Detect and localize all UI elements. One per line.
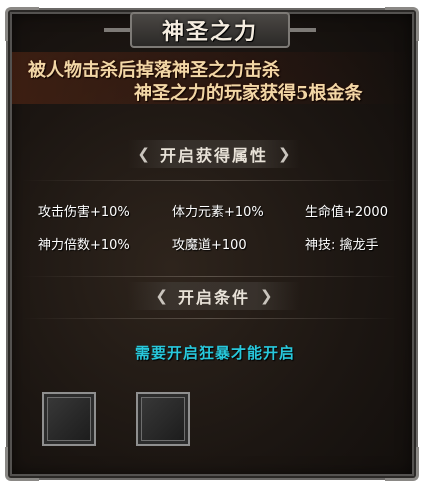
- unlock-condition-text: 需要开启狂暴才能开启: [134, 344, 295, 362]
- attribute-item: 体力元素+10%: [172, 205, 264, 220]
- frame-corner-ornament: [5, 447, 39, 481]
- attribute-item: 攻魔道+100: [172, 238, 247, 253]
- right-arrow-icon: ❯: [260, 287, 273, 305]
- section-divider: [22, 318, 398, 319]
- item-slot-2[interactable]: [136, 392, 190, 446]
- left-arrow-icon: ❮: [155, 287, 168, 305]
- attribute-item: 神力倍数+10%: [38, 238, 130, 253]
- left-arrow-icon: ❮: [137, 145, 150, 163]
- panel-title: 神圣之力: [161, 19, 258, 45]
- attribute-item: 攻击伤害+10%: [38, 205, 130, 220]
- section-divider: [22, 180, 398, 181]
- conditions-section-label: 开启条件: [177, 288, 250, 307]
- title-plate: 神圣之力: [104, 12, 316, 48]
- item-slot-1[interactable]: [42, 392, 96, 446]
- right-arrow-icon: ❯: [278, 145, 291, 163]
- frame-corner-ornament: [385, 7, 419, 41]
- frame-corner-ornament: [385, 447, 419, 481]
- attribute-item: 神技: 擒龙手: [305, 238, 379, 253]
- frame-corner-ornament: [5, 7, 39, 41]
- section-divider: [22, 276, 398, 277]
- description-line-2: 神圣之力的玩家获得5根金条: [134, 83, 363, 104]
- conditions-section-header: ❮ 开启条件 ❯: [128, 282, 300, 310]
- attributes-section-label: 开启获得属性: [159, 146, 268, 165]
- attributes-section-header: ❮ 开启获得属性 ❯: [128, 140, 300, 168]
- attribute-item: 生命值+2000: [305, 205, 388, 220]
